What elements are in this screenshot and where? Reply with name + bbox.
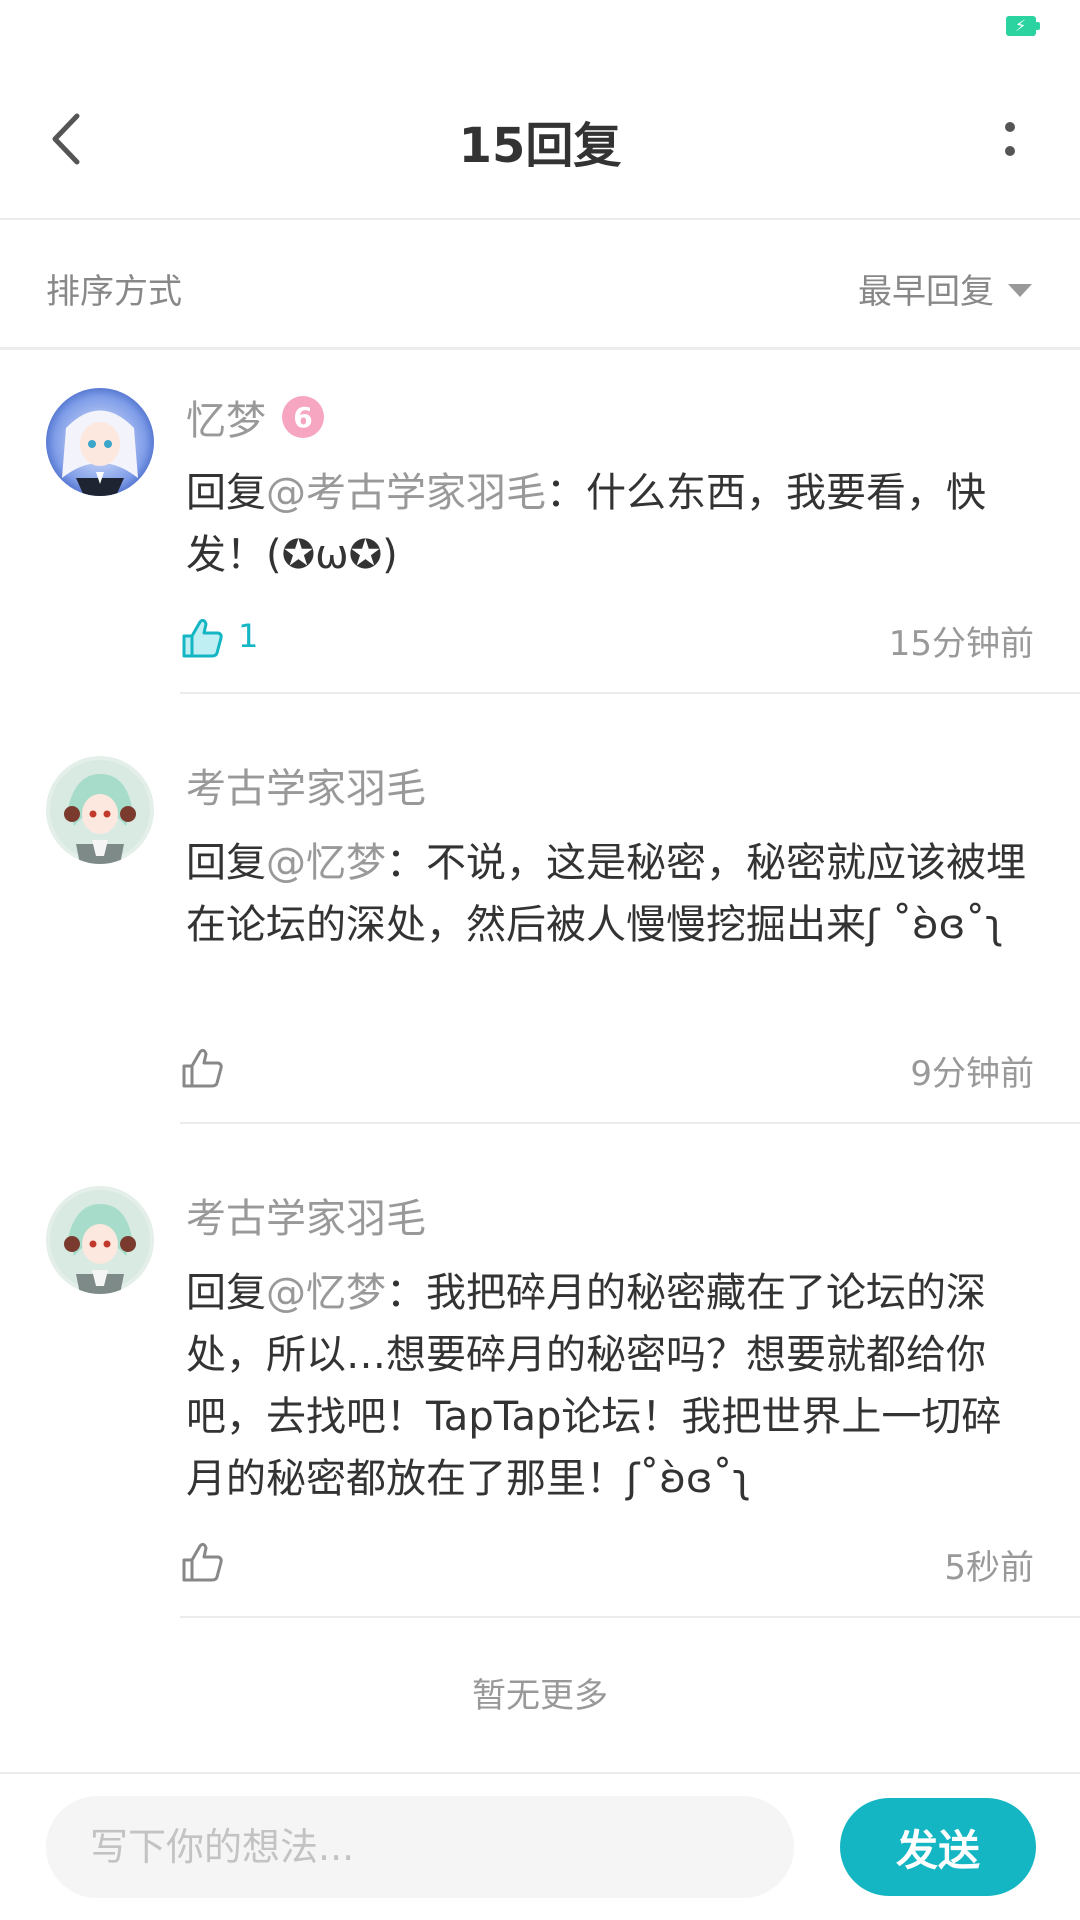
reply-bar: 发送 xyxy=(0,1772,1080,1920)
caret-down-icon xyxy=(1008,284,1032,297)
avatar-image xyxy=(46,1186,154,1294)
mention-link[interactable]: @忆梦 xyxy=(266,1270,386,1316)
avatar[interactable] xyxy=(46,756,154,864)
timestamp: 5秒前 xyxy=(944,1548,1034,1588)
thumbs-up-icon xyxy=(182,1542,223,1582)
username[interactable]: 忆梦 6 xyxy=(186,388,324,446)
avatar[interactable] xyxy=(46,388,154,496)
status-bar: ⚡ xyxy=(0,0,1080,56)
top-app-bar: 15回复 xyxy=(0,56,1080,220)
timestamp: 9分钟前 xyxy=(910,1054,1034,1094)
comment-item: 考古学家羽毛 回复@忆梦：不说，这是秘密，秘密就应该被埋在论坛的深处，然后被人慢… xyxy=(0,694,1080,1124)
like-button[interactable] xyxy=(176,1042,228,1094)
username[interactable]: 考古学家羽毛 xyxy=(186,1186,426,1244)
thumbs-up-icon xyxy=(182,618,223,658)
send-button[interactable]: 发送 xyxy=(840,1798,1036,1896)
avatar-image xyxy=(46,388,154,496)
battery-charging-icon: ⚡ xyxy=(1006,16,1040,36)
more-vertical-icon xyxy=(1005,122,1015,156)
comment-text: 回复@忆梦：不说，这是秘密，秘密就应该被埋在论坛的深处，然后被人慢慢挖掘出来ʃ … xyxy=(186,840,1026,948)
like-count: 1 xyxy=(238,617,259,655)
comment-text: 回复@忆梦：我把碎月的秘密藏在了论坛的深处，所以…想要碎月的秘密吗？想要就都给你… xyxy=(186,1270,1002,1502)
avatar[interactable] xyxy=(46,1186,154,1294)
username[interactable]: 考古学家羽毛 xyxy=(186,756,426,814)
like-button[interactable] xyxy=(176,612,228,664)
comment-item: 考古学家羽毛 回复@忆梦：我把碎月的秘密藏在了论坛的深处，所以…想要碎月的秘密吗… xyxy=(0,1124,1080,1618)
level-badge: 6 xyxy=(282,396,324,438)
list-end-label: 暂无更多 xyxy=(472,1676,608,1716)
timestamp: 15分钟前 xyxy=(888,624,1034,664)
mention-link[interactable]: @考古学家羽毛 xyxy=(266,470,546,516)
divider xyxy=(180,1616,1080,1618)
page-title: 15回复 xyxy=(458,118,622,174)
like-button[interactable] xyxy=(176,1536,228,1588)
sort-dropdown[interactable]: 最早回复 xyxy=(858,264,1032,313)
comment-text: 回复@考古学家羽毛：什么东西，我要看，快发！(✪ω✪) xyxy=(186,470,986,578)
sort-label: 排序方式 xyxy=(46,272,182,312)
sort-selected-value: 最早回复 xyxy=(858,272,994,312)
comment-item: 忆梦 6 回复@考古学家羽毛：什么东西，我要看，快发！(✪ω✪) 1 15分钟前 xyxy=(0,352,1080,694)
more-button[interactable] xyxy=(980,104,1040,174)
reply-input[interactable] xyxy=(46,1796,794,1898)
sort-bar: 排序方式 最早回复 xyxy=(0,222,1080,350)
thumbs-up-icon xyxy=(182,1048,223,1088)
mention-link[interactable]: @忆梦 xyxy=(266,840,386,886)
avatar-image xyxy=(46,756,154,864)
